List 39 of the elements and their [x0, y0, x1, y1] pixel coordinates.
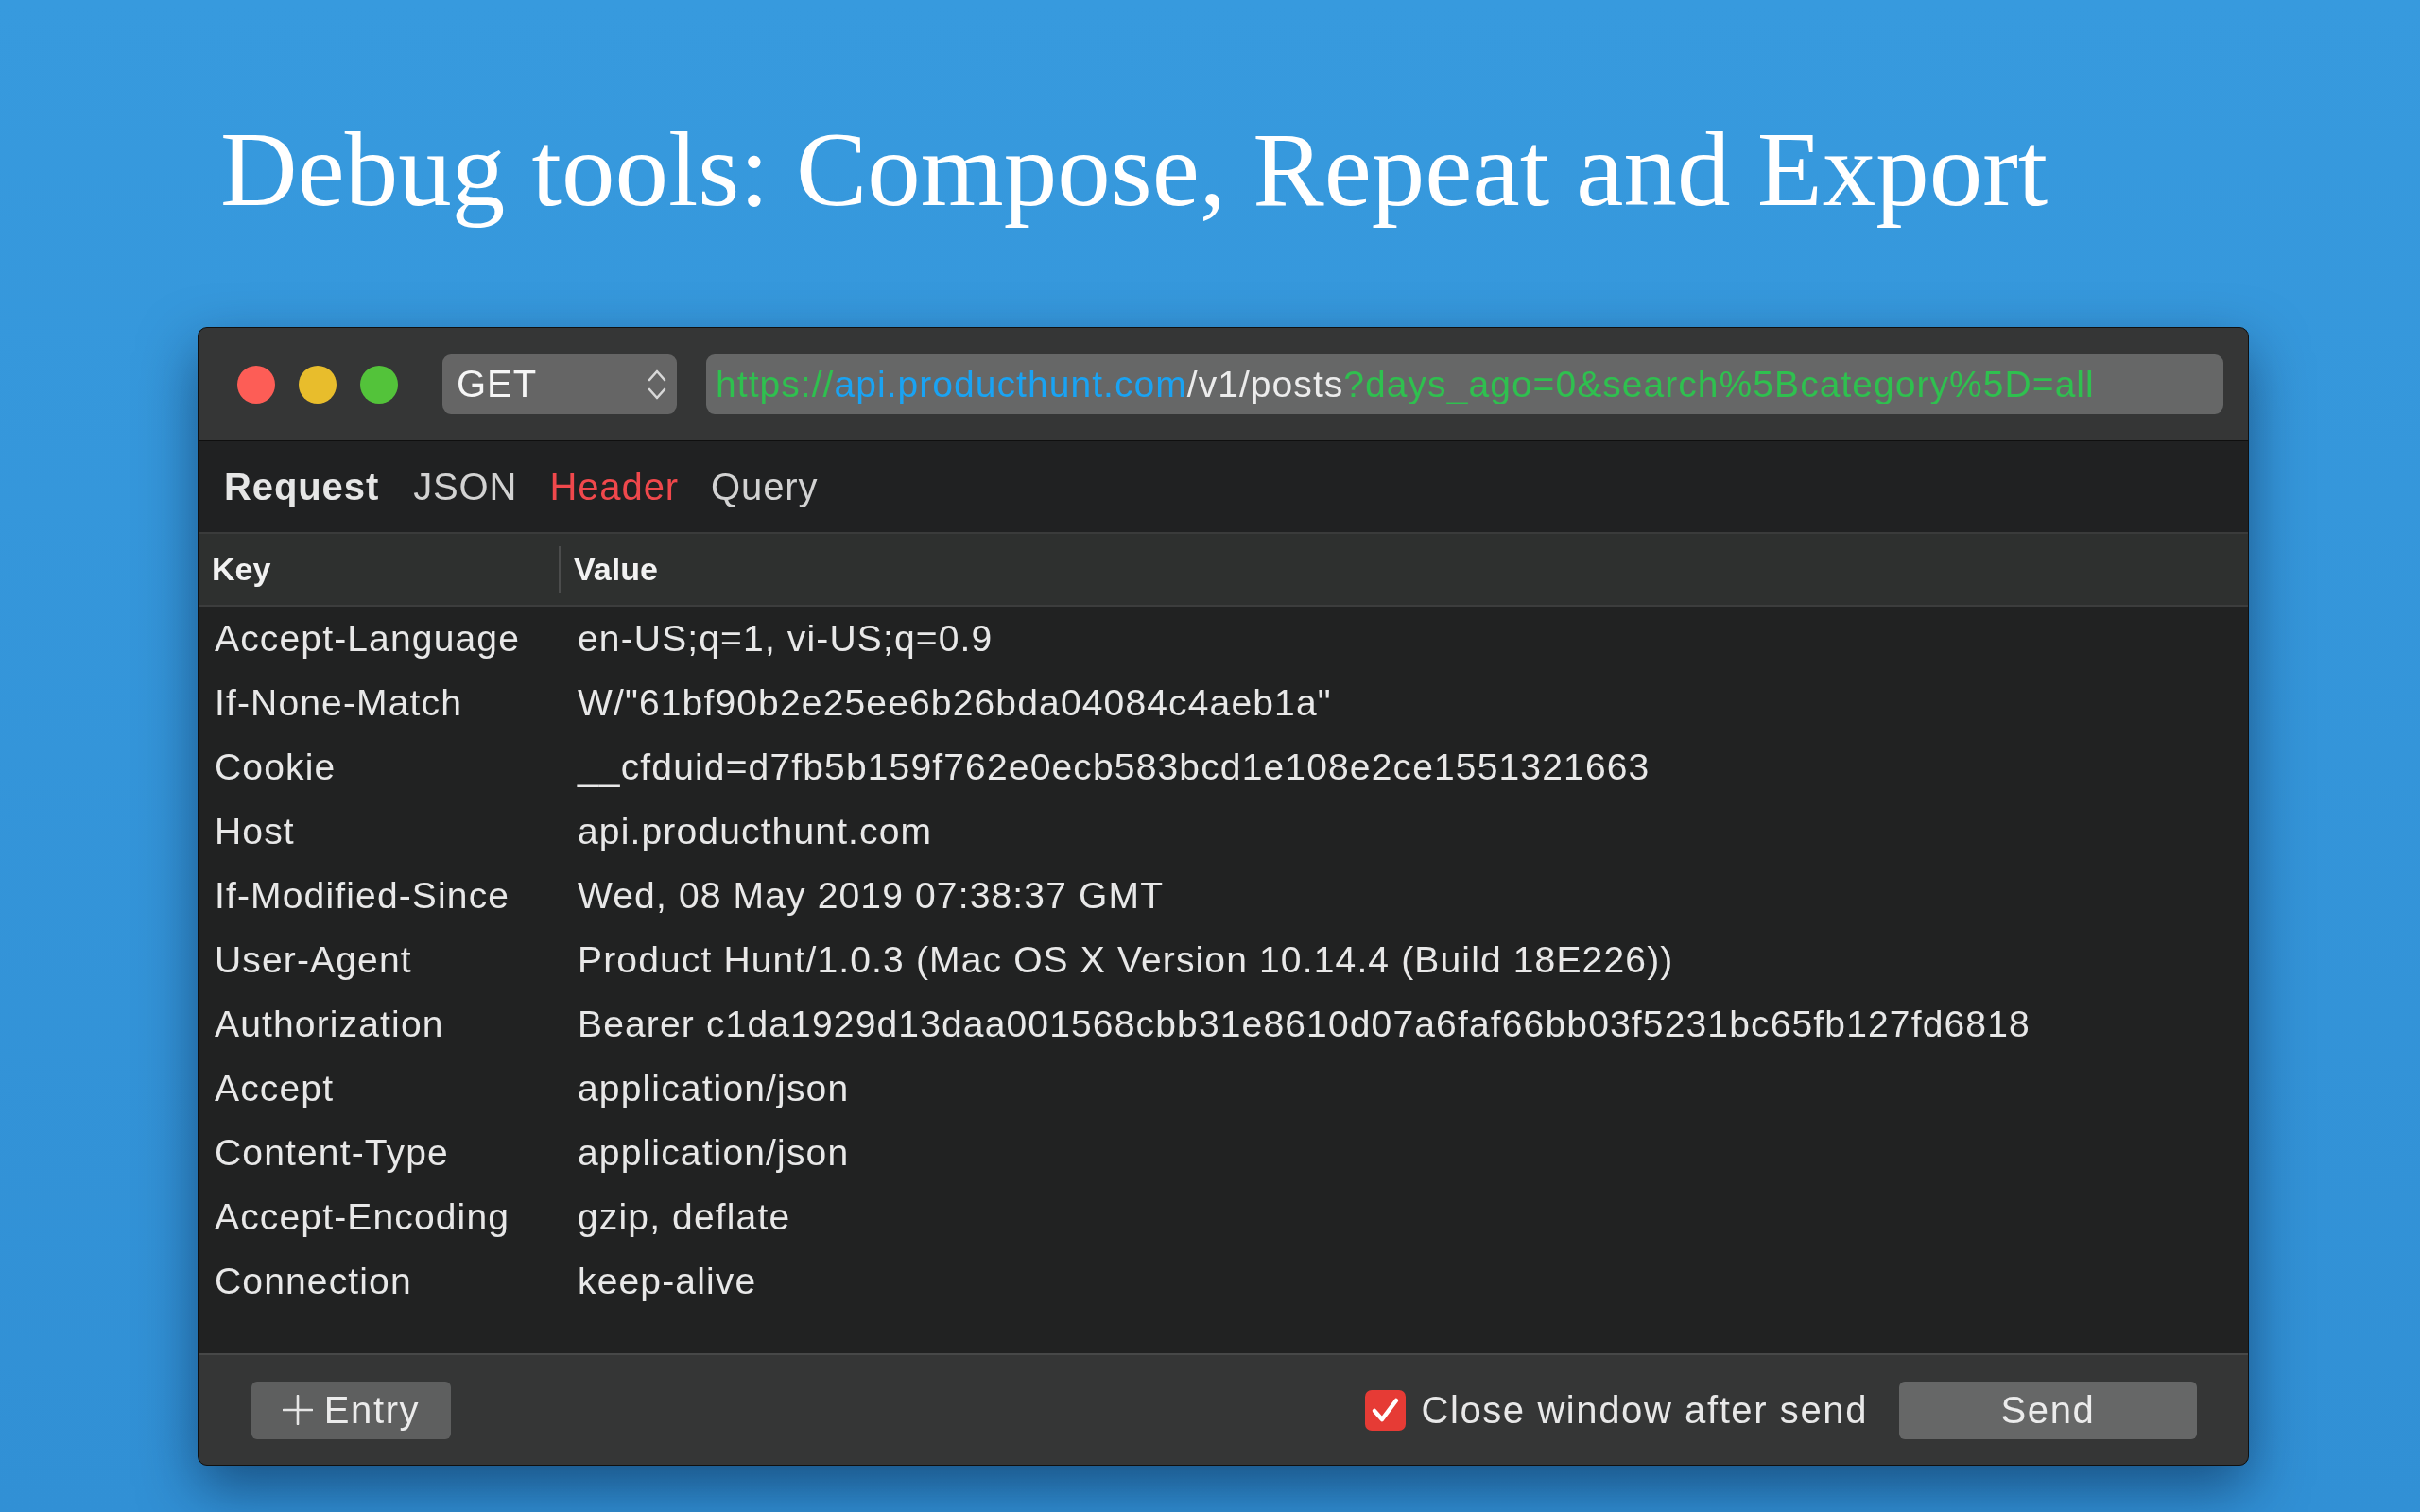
send-button[interactable]: Send	[1899, 1381, 2197, 1439]
table-cell-text: Accept-Language	[214, 618, 521, 661]
column-header: Value	[559, 545, 2248, 593]
zoom-window-icon[interactable]	[360, 365, 398, 404]
method-select[interactable]: GET	[442, 354, 677, 415]
table-cell-text: Bearer c1da1929d13daa001568cbb31e8610d07a6faf66bb03f5231bc65fb127fd6818	[577, 1004, 2031, 1046]
section-label: Request	[224, 465, 380, 508]
checkbox[interactable]	[1365, 1389, 1407, 1431]
table-cell-text: application/json	[577, 1132, 851, 1175]
tab[interactable]: Header	[549, 465, 679, 508]
table-cell-text: Host	[214, 811, 296, 853]
table-cell-text: __cfduid=d7fb5b159f762e0ecb583bcd1e108e2ce1551321663	[576, 747, 1651, 789]
table-cell-text: Cookie	[214, 747, 337, 789]
table-cell-text: en-US;q=1, vi-US;q=0.9	[577, 618, 994, 661]
column-header: Key	[211, 551, 272, 589]
table-cell-text: gzip, deflate	[577, 1196, 792, 1239]
add-entry-button[interactable]: Entry	[251, 1381, 451, 1439]
table-cell-text: If-None-Match	[214, 682, 464, 725]
tab[interactable]: JSON	[413, 465, 518, 508]
table-cell-text: Content-Type	[214, 1132, 450, 1175]
table-cell-text: Accept-Encoding	[214, 1196, 511, 1239]
minimize-window-icon[interactable]	[299, 365, 337, 404]
table-cell-text: If-Modified-Since	[214, 875, 511, 918]
table-cell-text: keep-alive	[577, 1261, 758, 1303]
table-cell-text: Authorization	[214, 1004, 445, 1046]
checkbox-label[interactable]: Close window after send	[1421, 1388, 1868, 1432]
table-cell-text: Accept	[214, 1068, 336, 1110]
table-cell-text: Wed, 08 May 2019 07:38:37 GMT	[577, 875, 1166, 918]
table-cell-text: api.producthunt.com	[577, 811, 934, 853]
table-cell-text: Product Hunt/1.0.3 (Mac OS X Version 10.14.4 (Build 18E226))	[577, 939, 1675, 982]
plus-icon	[282, 1395, 313, 1426]
table-cell-text: W/"61bf90b2e25ee6b26bda04084c4aeb1a"	[577, 682, 1333, 725]
tab[interactable]: Query	[711, 465, 819, 508]
table-cell-text: application/json	[577, 1068, 851, 1110]
close-window-icon[interactable]	[237, 365, 275, 404]
table-cell-text: User-Agent	[214, 939, 413, 982]
url-field[interactable]: https://api.producthunt.com/v1/posts?days_ago=0&search%5Bcategory%5D=all	[706, 354, 2223, 415]
headline: Debug tools: Compose, Repeat and Export	[219, 109, 2049, 230]
table-cell-text: Connection	[214, 1261, 413, 1303]
